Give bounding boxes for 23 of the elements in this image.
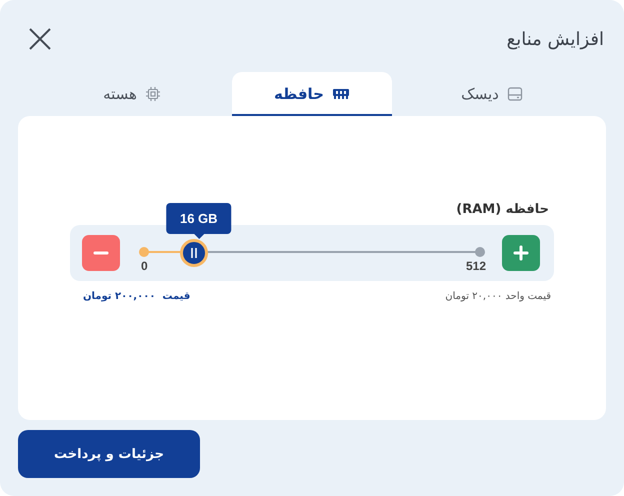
value-tooltip: 16 GB [166,203,232,234]
unit-price: قیمت واحد ۲۰,۰۰۰ تومان [445,291,551,302]
close-button[interactable] [28,27,52,51]
total-price: قیمت ۲۰۰,۰۰۰ تومان [83,291,190,302]
dialog-title: افزایش منابع [506,28,605,50]
max-value: 512 [466,259,486,273]
min-value: 0 [141,259,148,273]
memory-icon [332,88,350,100]
details-payment-button[interactable]: جزئیات و پرداخت [18,430,200,478]
tab[interactable]: حافظه [232,72,392,116]
track-end-dot [475,247,485,257]
slider-thumb[interactable] [180,239,208,267]
minus-icon [93,251,109,255]
drive-icon [506,86,523,102]
chip-icon [144,86,161,102]
increase-button[interactable] [502,235,540,271]
resource-label: حافظه (RAM) [455,202,550,217]
plus-icon [513,245,529,261]
tab[interactable]: هسته [52,72,212,116]
tooltip-pointer-icon [194,234,204,239]
tab[interactable]: دیسک [412,72,572,116]
track-start-dot [139,247,149,257]
decrease-button[interactable] [82,235,120,271]
